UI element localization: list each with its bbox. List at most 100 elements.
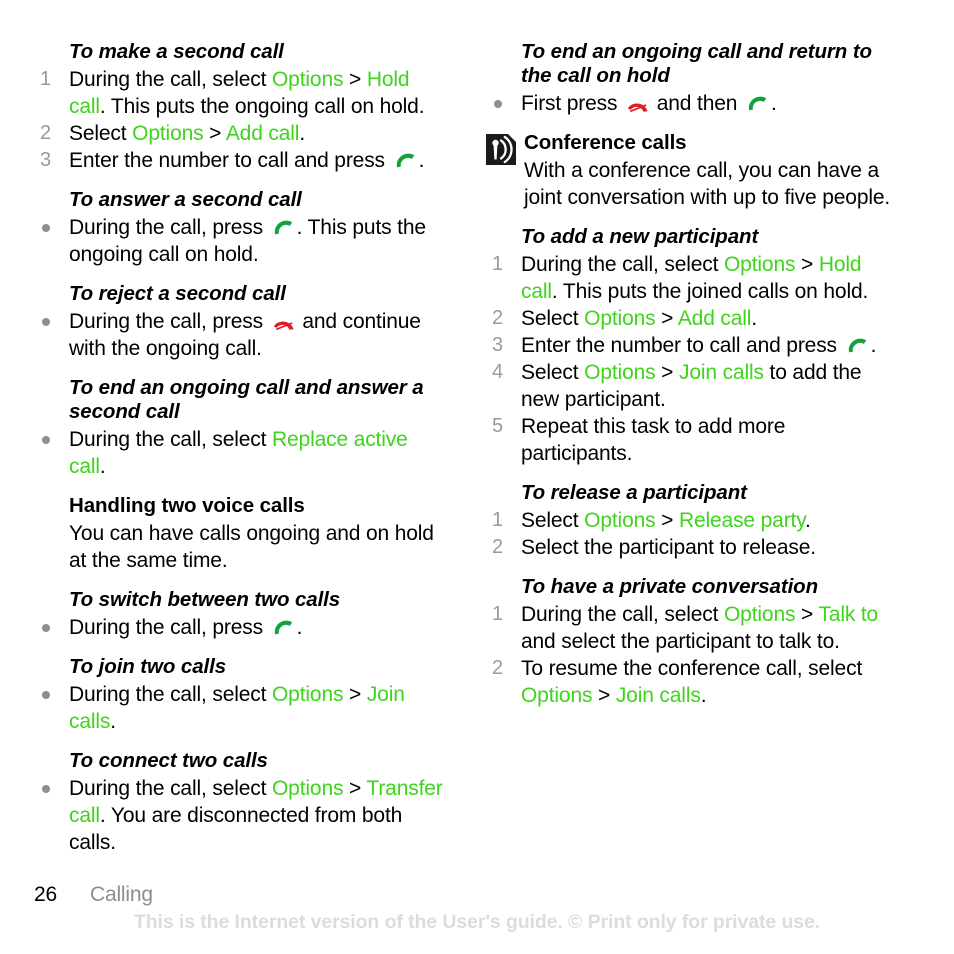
paragraph-conference-calls: With a conference call, you can have a j… bbox=[524, 159, 891, 209]
footer-watermark: This is the Internet version of the User… bbox=[133, 911, 821, 933]
body-text: During the call, press bbox=[69, 310, 269, 333]
body-text: First press bbox=[521, 92, 624, 115]
ui-label: Options bbox=[724, 603, 796, 626]
body-text: Select bbox=[521, 361, 585, 384]
heading-conference-calls: Conference calls bbox=[524, 131, 687, 154]
step-number: 2 bbox=[40, 122, 51, 144]
ui-label: Options bbox=[272, 68, 344, 91]
body-text: Enter the number to call and press bbox=[521, 334, 843, 357]
user-guide-page: To make a second call 1 During the call, s… bbox=[0, 0, 954, 954]
body-text: During the call, select bbox=[69, 428, 272, 451]
body-text: Repeat this task to add more participant… bbox=[521, 415, 786, 465]
end-call-key-icon bbox=[272, 313, 296, 330]
section-connect-two-calls: To connect two calls During the call, sel… bbox=[34, 749, 446, 856]
body-text: Select bbox=[521, 307, 585, 330]
bullet-item: First press and then . bbox=[486, 90, 898, 117]
section-conference-calls: Conference calls With a conference call, … bbox=[486, 131, 898, 211]
body-text: . bbox=[870, 334, 877, 357]
section-handling-two-voice-calls: Handling two voice calls You can have cal… bbox=[34, 494, 446, 574]
ui-label: Options bbox=[272, 777, 344, 800]
section-reject-second-call: To reject a second call During the call, … bbox=[34, 282, 446, 362]
conference-broadcast-tip-icon bbox=[486, 134, 516, 165]
heading-end-ongoing-answer-second: To end an ongoing call and answer a seco… bbox=[69, 376, 424, 423]
section-private-conversation: To have a private conversation 1 During th… bbox=[486, 575, 898, 709]
body-text: During the call, select bbox=[69, 683, 272, 706]
ui-label: Options bbox=[584, 361, 656, 384]
step-list-release-participant: 1 Select Options > Release party. 2 Select … bbox=[486, 507, 898, 561]
step-number: 3 bbox=[492, 334, 503, 356]
heading-answer-second-call: To answer a second call bbox=[69, 188, 302, 211]
body-text: > bbox=[795, 603, 819, 626]
body-text: . bbox=[418, 149, 425, 172]
ui-label: Options bbox=[132, 122, 204, 145]
ui-label: Add call bbox=[677, 307, 752, 330]
body-text: > bbox=[655, 509, 679, 532]
section-add-new-participant: To add a new participant 1 During the call… bbox=[486, 225, 898, 467]
ui-label: Talk to bbox=[818, 603, 879, 626]
bullet-item: During the call, press and continue with… bbox=[34, 308, 446, 362]
body-text: During the call, press bbox=[69, 616, 269, 639]
section-end-ongoing-answer-second: To end an ongoing call and answer a seco… bbox=[34, 376, 446, 480]
call-key-icon bbox=[394, 152, 418, 169]
step-item: 4 Select Options > Join calls to add the … bbox=[486, 359, 898, 413]
bullet-list-end-ongoing-return-hold: First press and then . bbox=[486, 90, 898, 117]
heading-make-second-call: To make a second call bbox=[69, 40, 284, 63]
body-text: . bbox=[700, 684, 707, 707]
body-text: and select the participant to talk to. bbox=[521, 630, 840, 653]
page-footer: 26 Calling This is the Internet version … bbox=[34, 883, 920, 934]
body-text: > bbox=[592, 684, 616, 707]
body-text: Select the participant to release. bbox=[521, 536, 816, 559]
step-list-private-conversation: 1 During the call, select Options > Talk … bbox=[486, 601, 898, 709]
call-key-icon bbox=[746, 95, 770, 112]
heading-end-ongoing-return-hold: To end an ongoing call and return to the… bbox=[521, 40, 872, 87]
body-text: During the call, select bbox=[521, 253, 724, 276]
body-text: During the call, select bbox=[521, 603, 724, 626]
body-text: . bbox=[751, 307, 758, 330]
left-column: To make a second call 1 During the call, s… bbox=[34, 40, 446, 870]
bullet-list-reject-second-call: During the call, press and continue with… bbox=[34, 308, 446, 362]
ui-label: Options bbox=[724, 253, 796, 276]
step-item: 1 During the call, select Options > Hold … bbox=[34, 66, 446, 120]
bullet-dot-icon bbox=[42, 436, 50, 444]
body-text: . bbox=[296, 616, 303, 639]
body-text: . bbox=[299, 122, 306, 145]
bullet-item: During the call, press . This puts the o… bbox=[34, 214, 446, 268]
heading-add-new-participant: To add a new participant bbox=[521, 225, 759, 248]
bullet-dot-icon bbox=[42, 785, 50, 793]
right-column: To end an ongoing call and return to the… bbox=[486, 40, 898, 723]
bullet-item: During the call, press . bbox=[34, 614, 446, 641]
step-item: 5 Repeat this task to add more participan… bbox=[486, 413, 898, 467]
footer-line: 26 Calling bbox=[34, 883, 920, 907]
body-text: > bbox=[343, 683, 367, 706]
body-text: . This puts the joined calls on hold. bbox=[551, 280, 869, 303]
body-text: . bbox=[770, 92, 777, 115]
heading-private-conversation: To have a private conversation bbox=[521, 575, 819, 598]
step-item: 2 Select Options > Add call. bbox=[34, 120, 446, 147]
heading-join-two-calls: To join two calls bbox=[69, 655, 226, 678]
ui-label: Join calls bbox=[615, 684, 701, 707]
step-number: 1 bbox=[492, 509, 503, 531]
bullet-dot-icon bbox=[42, 624, 50, 632]
ui-label: Options bbox=[584, 509, 656, 532]
body-text: > bbox=[795, 253, 819, 276]
body-text: > bbox=[343, 777, 367, 800]
step-number: 2 bbox=[492, 657, 503, 679]
section-join-two-calls: To join two calls During the call, select… bbox=[34, 655, 446, 735]
step-item: 3 Enter the number to call and press . bbox=[34, 147, 446, 174]
bullet-list-answer-second-call: During the call, press . This puts the o… bbox=[34, 214, 446, 268]
body-text: Select bbox=[521, 509, 585, 532]
step-number: 1 bbox=[492, 603, 503, 625]
section-release-participant: To release a participant 1 Select Options … bbox=[486, 481, 898, 561]
step-item: 3 Enter the number to call and press . bbox=[486, 332, 898, 359]
paragraph-handling-two-voice-calls: You can have calls ongoing and on hold a… bbox=[69, 522, 434, 572]
step-item: 2 Select the participant to release. bbox=[486, 534, 898, 561]
call-key-icon bbox=[272, 619, 296, 636]
bullet-dot-icon bbox=[42, 318, 50, 326]
ui-label: Join calls bbox=[678, 361, 764, 384]
bullet-dot-icon bbox=[42, 691, 50, 699]
bullet-list-end-ongoing-answer-second: During the call, select Replace active c… bbox=[34, 426, 446, 480]
body-text: During the call, select bbox=[69, 68, 272, 91]
bullet-list-switch-between-two-calls: During the call, press . bbox=[34, 614, 446, 641]
body-text: . You are disconnected from both calls. bbox=[69, 804, 403, 854]
call-key-icon bbox=[846, 337, 870, 354]
